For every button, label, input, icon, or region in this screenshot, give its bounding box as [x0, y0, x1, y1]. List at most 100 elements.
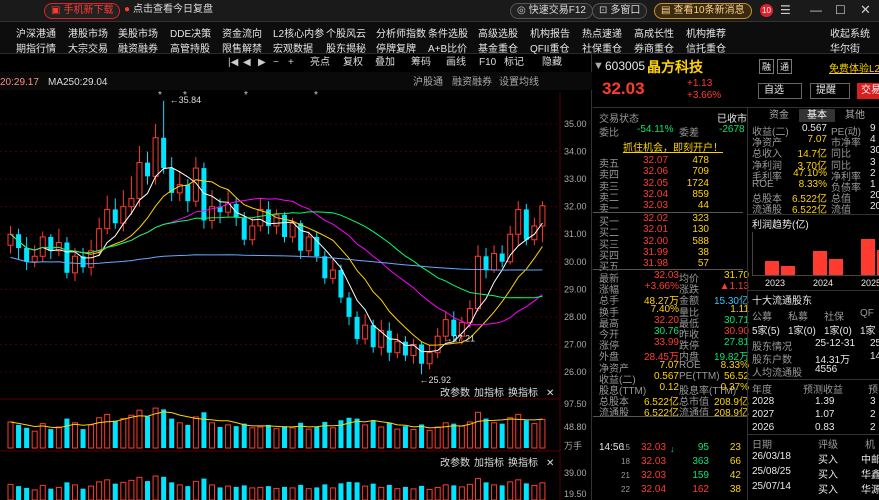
- trend-year: 2025: [861, 278, 879, 288]
- mid-label: →27.21: [444, 334, 476, 344]
- panel2-button[interactable]: 加指标: [474, 456, 504, 469]
- ask-price[interactable]: 32.04: [643, 189, 668, 200]
- ask-price[interactable]: 32.06: [643, 166, 668, 177]
- y-tick-label: 32.00: [564, 202, 587, 212]
- tick-volume: 162: [692, 484, 709, 495]
- tab-basic[interactable]: 基本: [799, 109, 835, 122]
- menu-item[interactable]: 分析师指数: [376, 25, 426, 40]
- ask-price[interactable]: 32.03: [643, 200, 668, 211]
- menu-item[interactable]: 收起系统: [830, 25, 870, 40]
- tick-count: 66: [729, 456, 741, 467]
- bid-price[interactable]: 32.01: [643, 224, 668, 235]
- kline-svg[interactable]: 35.00 34.00 33.00 32.00 31.00 30.00 29.00 28.00…: [0, 54, 592, 500]
- volume2-bar: [434, 486, 441, 500]
- add-watchlist-button[interactable]: 自选: [758, 83, 802, 99]
- menu-item[interactable]: L2核心内参: [273, 25, 324, 40]
- menu-item[interactable]: 融资融券: [118, 40, 158, 55]
- menu-item[interactable]: DDE决策: [170, 25, 211, 40]
- dropdown-icon[interactable]: ▼: [593, 60, 604, 72]
- phone-download-button[interactable]: ▣ 手机新下载: [44, 3, 121, 19]
- multi-window-button[interactable]: ⊡ 多窗口: [592, 3, 648, 19]
- menu-item[interactable]: 社保重仓: [582, 40, 622, 55]
- chart-control-button[interactable]: −: [273, 56, 279, 70]
- promo-link[interactable]: 抓住机会，即刻开户！: [623, 139, 723, 154]
- toolbar-6[interactable]: 标记: [504, 56, 524, 70]
- stat-value: 27.81: [723, 337, 749, 349]
- menu-item[interactable]: 信托重仓: [686, 40, 726, 55]
- stat-value: 208.9亿: [713, 408, 749, 420]
- menu-item[interactable]: 券商重仓: [634, 40, 674, 55]
- bid-price[interactable]: 31.99: [643, 247, 668, 258]
- chart-control-button[interactable]: ◀: [243, 56, 251, 70]
- menu-item[interactable]: 宏观数据: [273, 40, 313, 55]
- menu-item[interactable]: 停牌复牌: [376, 40, 416, 55]
- menu-item[interactable]: 期指行情: [16, 40, 56, 55]
- free-l2-link[interactable]: 免费体验L2: [829, 60, 879, 75]
- menu-item[interactable]: 热点速递: [582, 25, 622, 40]
- volume-bar: [426, 429, 433, 449]
- forecast-year: 2028: [752, 396, 775, 407]
- menu-item[interactable]: 个股风云: [326, 25, 366, 40]
- tick-index: 21: [621, 471, 630, 480]
- close-panel-icon[interactable]: ✕: [546, 458, 554, 469]
- candle-body: [474, 255, 481, 310]
- quick-trade-button[interactable]: ◎ 快速交易F12: [510, 3, 593, 19]
- volume2-bar: [208, 484, 215, 500]
- stat-label: ROE: [679, 359, 701, 371]
- toolbar-0[interactable]: 亮点: [310, 56, 330, 70]
- menu-icon[interactable]: ☰: [780, 3, 791, 17]
- chart-control-button[interactable]: +: [288, 56, 294, 70]
- tab-funds[interactable]: 资金: [761, 109, 797, 122]
- vol-panel-button[interactable]: 换指标: [508, 386, 538, 399]
- vol-panel-button[interactable]: 改参数: [440, 386, 470, 399]
- volume-bar: [491, 422, 498, 449]
- close-panel-icon[interactable]: ✕: [546, 388, 554, 399]
- bid-price[interactable]: 32.00: [643, 236, 668, 247]
- news-button[interactable]: ▤ 查看10条新消息: [654, 3, 752, 19]
- menu-item[interactable]: 资金流向: [222, 25, 262, 40]
- forecast-extra: 3: [870, 396, 876, 407]
- menu-item[interactable]: 机构报告: [530, 25, 570, 40]
- chart-control-button[interactable]: ▶: [258, 56, 266, 70]
- menu-item[interactable]: 基金重仓: [478, 40, 518, 55]
- close-icon[interactable]: ✕: [860, 2, 871, 18]
- panel2-button[interactable]: 改参数: [440, 456, 470, 469]
- menu-item[interactable]: QFII重仓: [530, 40, 569, 55]
- menu-item[interactable]: 高级选股: [478, 25, 518, 40]
- menu-item[interactable]: 大宗交易: [68, 40, 108, 55]
- volume2-bar: [386, 484, 392, 500]
- toolbar-2[interactable]: 叠加: [375, 56, 395, 70]
- menu-item[interactable]: 沪深港通: [16, 25, 56, 40]
- toolbar-4[interactable]: 画线: [446, 56, 466, 70]
- holders-head: 私募: [788, 312, 808, 323]
- bid-price[interactable]: 32.02: [643, 213, 668, 224]
- minimize-icon[interactable]: —: [810, 3, 822, 17]
- menu-item[interactable]: 美股市场: [118, 25, 158, 40]
- remind-button[interactable]: 提醒: [810, 83, 850, 99]
- tick-count: 23: [729, 442, 741, 453]
- bid-price[interactable]: 31.98: [643, 258, 668, 269]
- volume-bar: [208, 422, 215, 449]
- menu-item[interactable]: 条件选股: [428, 25, 468, 40]
- daily-review-link[interactable]: ● 点击查看今日复盘: [118, 3, 219, 19]
- news-icon: ▤: [661, 5, 671, 16]
- vol-panel-button[interactable]: 加指标: [474, 386, 504, 399]
- menu-item[interactable]: 港股市场: [68, 25, 108, 40]
- menu-item[interactable]: 华尔街: [830, 40, 860, 55]
- menu-item[interactable]: 高成长性: [634, 25, 674, 40]
- menu-item[interactable]: 高管持股: [170, 40, 210, 55]
- trade-button[interactable]: 交易: [857, 83, 879, 99]
- maximize-icon[interactable]: ☐: [835, 3, 846, 17]
- ask-price[interactable]: 32.05: [643, 178, 668, 189]
- ask-price[interactable]: 32.07: [643, 155, 668, 166]
- menu-item[interactable]: A+B比价: [428, 40, 467, 55]
- tab-other[interactable]: 其他: [837, 109, 873, 122]
- toolbar-3[interactable]: 筹码: [411, 56, 431, 70]
- menu-item[interactable]: 股东揭秘: [326, 40, 366, 55]
- toolbar-1[interactable]: 复权: [343, 56, 363, 70]
- menu-item[interactable]: 限售解禁: [222, 40, 262, 55]
- toolbar-5[interactable]: F10: [479, 56, 496, 70]
- menu-item[interactable]: 机构推荐: [686, 25, 726, 40]
- chart-control-button[interactable]: |◀: [228, 56, 238, 70]
- panel2-button[interactable]: 换指标: [508, 456, 538, 469]
